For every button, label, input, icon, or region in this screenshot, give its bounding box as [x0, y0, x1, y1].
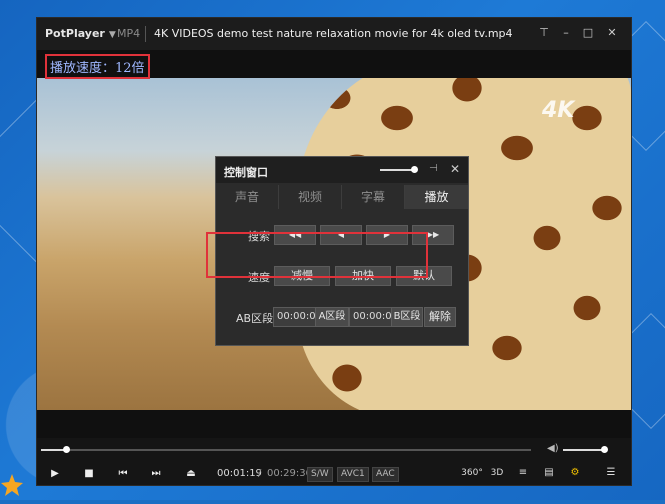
speaker-icon[interactable]: ◀) [547, 443, 559, 454]
a-time-field[interactable]: 00:00:00 [273, 307, 322, 327]
playlist-menu-icon[interactable]: ☰ [603, 465, 619, 481]
ab-section-label: AB区段 [236, 312, 274, 325]
file-title: 4K VIDEOS demo test nature relaxation mo… [154, 27, 513, 40]
seek-bar[interactable] [41, 446, 531, 453]
4k-badge: 4K [542, 98, 575, 123]
time-separator: / [258, 468, 262, 479]
speed-highlight-box [206, 232, 428, 278]
volume-slider[interactable] [563, 446, 608, 453]
seek-handle[interactable] [62, 446, 70, 453]
playback-bar: ◀) ▶ ■ ⏮ ⏭ ⏏ 00:01:19 / 00:29:36 S/W AVC… [37, 438, 631, 485]
decoder-tag[interactable]: S/W [307, 467, 333, 482]
control-window-title: 控制窗口 [224, 166, 268, 179]
seek-progress [41, 449, 66, 451]
panel-volume-handle[interactable] [410, 166, 418, 173]
eject-icon[interactable]: ⏏ [183, 466, 199, 482]
minimize-button[interactable]: – [557, 24, 575, 42]
release-button[interactable]: 解除 [424, 307, 456, 327]
control-window-header[interactable]: 控制窗口 ⊣ ✕ [216, 157, 468, 183]
speed-osd-text: 播放速度：12倍 [50, 61, 145, 76]
pin-icon[interactable]: ⊣ [429, 163, 438, 174]
panel-volume-slider[interactable] [380, 166, 418, 173]
close-icon[interactable]: ✕ [450, 162, 460, 176]
close-button[interactable]: ✕ [603, 24, 621, 42]
a-section-button[interactable]: A区段 [315, 307, 349, 327]
app-menu-button[interactable]: PotPlayer ▼ [45, 27, 116, 40]
current-time: 00:01:19 [217, 468, 262, 479]
vr-360-icon[interactable]: 360° [461, 465, 483, 481]
chevron-down-icon: ▼ [108, 30, 116, 40]
volume-handle[interactable] [601, 446, 608, 453]
settings-gear-icon[interactable]: ⚙ [567, 465, 583, 481]
3d-icon[interactable]: 3D [489, 465, 505, 481]
video-codec-tag[interactable]: AVC1 [337, 467, 369, 482]
b-section-button[interactable]: B区段 [391, 307, 423, 327]
next-icon[interactable]: ⏭ [148, 466, 164, 482]
stop-icon[interactable]: ■ [81, 466, 97, 482]
b-time-field[interactable]: 00:00:00 [349, 307, 398, 327]
audio-codec-tag[interactable]: AAC [372, 467, 399, 482]
app-name: PotPlayer [45, 27, 105, 40]
previous-icon[interactable]: ⏮ [115, 466, 131, 482]
divider [145, 26, 146, 42]
tab-subtitle[interactable]: 字幕 [342, 185, 405, 209]
tab-video[interactable]: 视频 [279, 185, 342, 209]
tab-playback[interactable]: 播放 [405, 185, 468, 209]
speed-osd: 播放速度：12倍 [45, 54, 150, 79]
play-icon[interactable]: ▶ [47, 466, 63, 482]
control-tabs: 声音 视频 字幕 播放 [216, 185, 468, 209]
capture-icon[interactable]: ▤ [541, 465, 557, 481]
format-label: MP4 [117, 27, 141, 40]
subtitle-icon[interactable]: ≡ [515, 465, 531, 481]
tab-audio[interactable]: 声音 [216, 185, 279, 209]
corner-star-icon [0, 470, 30, 500]
maximize-button[interactable]: □ [579, 24, 597, 42]
title-bar[interactable]: PotPlayer ▼ MP4 4K VIDEOS demo test natur… [37, 18, 631, 50]
pin-icon[interactable]: ⊤ [535, 24, 553, 42]
total-time: 00:29:36 [267, 468, 312, 479]
